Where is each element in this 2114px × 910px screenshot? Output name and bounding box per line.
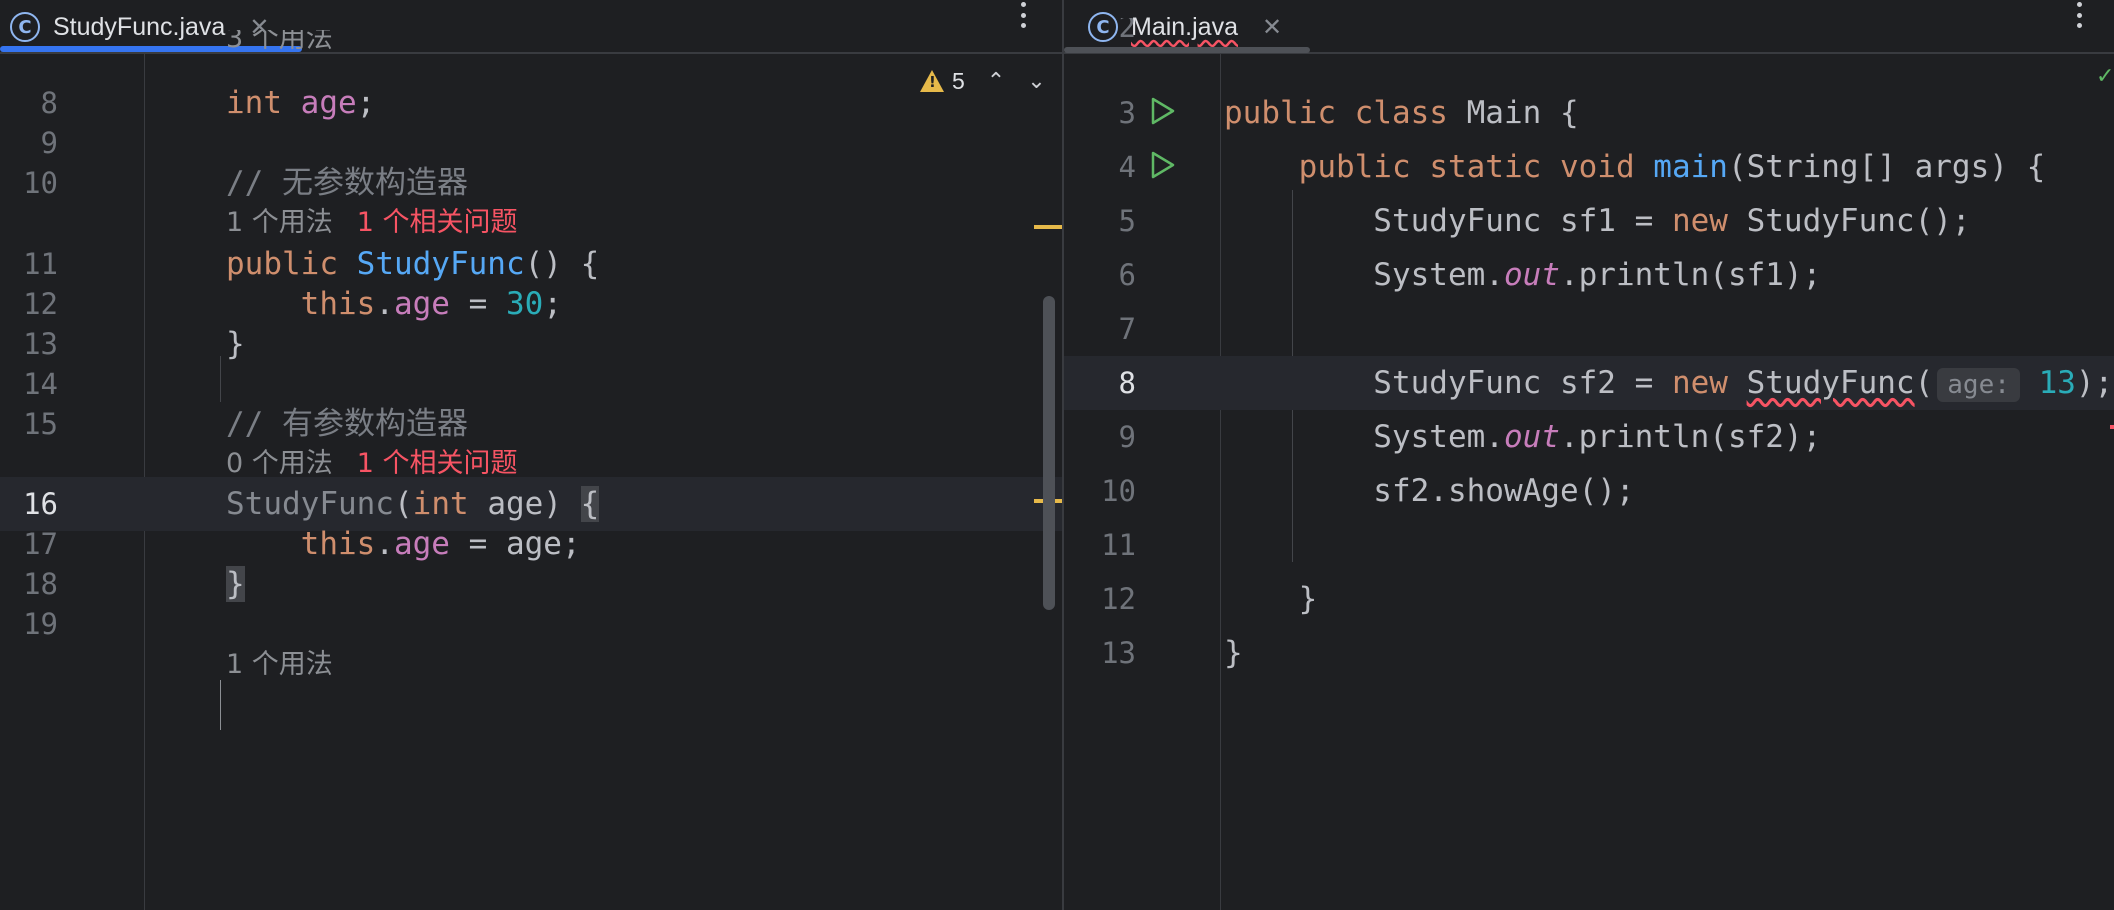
line-number: 2 xyxy=(1118,18,1136,44)
line-number: 7 xyxy=(1118,312,1136,346)
code-token: class xyxy=(1354,95,1448,131)
code-line[interactable]: 3 public class Main { xyxy=(1064,86,2114,140)
code-line[interactable]: 10 sf2.showAge(); xyxy=(1064,464,2114,518)
code-token: out xyxy=(1503,419,1560,455)
line-number: 12 xyxy=(1101,582,1136,616)
line-number: 8 xyxy=(1118,366,1136,400)
code-token: } xyxy=(1224,581,1318,617)
left-editor-pane: C StudyFunc.java ✕ 3 个用法 8 int age; 9 10// 无… xyxy=(0,0,1062,910)
code-token: new xyxy=(1671,203,1728,239)
usages-link[interactable]: 1 个用法 xyxy=(226,649,333,680)
code-token: void xyxy=(1559,149,1635,185)
usage-hint[interactable]: 3 个用法 xyxy=(226,30,333,54)
code-line[interactable]: 11 xyxy=(1064,518,2114,572)
code-token: StudyFunc sf2 = xyxy=(1224,365,1672,401)
code-text[interactable]: public class Main { xyxy=(1224,86,1579,140)
line-number: 10 xyxy=(1101,474,1136,508)
run-icon[interactable] xyxy=(1150,96,1176,126)
chevron-down-icon[interactable]: ⌄ xyxy=(1027,69,1045,94)
related-problems-link[interactable]: 1 个相关问题 xyxy=(357,448,518,479)
code-token: (String[] args) { xyxy=(1727,149,2046,185)
code-token: StudyFunc sf1 = xyxy=(1224,203,1672,239)
code-line[interactable]: 7 xyxy=(1064,302,2114,356)
code-line[interactable]: 4 public static void main(String[] args)… xyxy=(1064,140,2114,194)
code-token: 13 xyxy=(2038,365,2076,401)
code-line[interactable]: 9 System.out.println(sf2); xyxy=(1064,410,2114,464)
run-icon[interactable] xyxy=(1150,150,1176,180)
code-token: age: xyxy=(1937,368,2020,402)
chevron-up-icon[interactable]: ⌃ xyxy=(987,69,1005,94)
code-token: StudyFunc xyxy=(1746,365,1915,401)
code-token: } xyxy=(1224,635,1243,671)
related-problems-link[interactable]: 1 个相关问题 xyxy=(357,207,518,238)
code-line[interactable]: 6 System.out.println(sf1); xyxy=(1064,248,2114,302)
code-line[interactable]: 12 } xyxy=(1064,572,2114,626)
warning-icon xyxy=(920,70,944,92)
line-number: 3 xyxy=(1118,96,1136,130)
code-text[interactable]: } xyxy=(1224,572,1318,626)
code-text[interactable]: System.out.println(sf1); xyxy=(1224,248,1821,302)
code-token: public xyxy=(1224,95,1336,131)
code-token: System. xyxy=(1224,257,1504,293)
code-text[interactable]: StudyFunc sf2 = new StudyFunc(age: 13); xyxy=(1224,356,2113,410)
code-line[interactable]: 5 StudyFunc sf1 = new StudyFunc(); xyxy=(1064,194,2114,248)
code-token: out xyxy=(1503,257,1560,293)
code-token: main xyxy=(1653,149,1728,185)
code-line[interactable]: 3 个用法 xyxy=(0,30,1062,54)
code-token: new xyxy=(1671,365,1728,401)
code-line[interactable]: 1 个用法 xyxy=(0,638,1062,692)
check-icon: ✓ xyxy=(2096,64,2114,89)
line-number: 5 xyxy=(1118,204,1136,238)
code-token: ( xyxy=(1914,365,1934,401)
inspection-widget[interactable]: 5 ⌃ ⌄ xyxy=(920,64,1046,98)
code-text[interactable]: StudyFunc sf1 = new StudyFunc(); xyxy=(1224,194,1971,248)
code-token: StudyFunc(); xyxy=(1727,203,1971,239)
code-token: static xyxy=(1429,149,1542,185)
error-marker[interactable] xyxy=(2110,425,2114,429)
code-vision-hint: 1 个用法 xyxy=(226,638,333,692)
code-token: Main { xyxy=(1447,95,1579,131)
more-options-icon[interactable] xyxy=(1014,0,1032,30)
code-token: public xyxy=(1298,149,1411,185)
right-editor-pane: C Main.java ✕ 2 3 public class Main {4 pub… xyxy=(1064,0,2114,910)
usages-link[interactable]: 0 个用法 xyxy=(226,448,333,479)
code-token: .println(sf1); xyxy=(1559,257,1822,293)
line-number: 11 xyxy=(1101,528,1136,562)
warning-count: 5 xyxy=(952,67,965,94)
code-text[interactable]: sf2.showAge(); xyxy=(1224,464,1635,518)
code-token: ); xyxy=(2075,365,2114,401)
code-text[interactable]: System.out.println(sf2); xyxy=(1224,410,1821,464)
usages-link[interactable]: 1 个用法 xyxy=(226,207,333,238)
code-line[interactable]: 2 xyxy=(1064,18,2114,54)
code-line[interactable]: 8 StudyFunc sf2 = new StudyFunc(age: 13)… xyxy=(1064,356,2114,410)
code-token: sf2.showAge(); xyxy=(1224,473,1635,509)
line-number: 9 xyxy=(1118,420,1136,454)
warning-marker[interactable] xyxy=(1034,225,1062,229)
code-token: .println(sf2); xyxy=(1559,419,1822,455)
code-token: System. xyxy=(1224,419,1504,455)
line-number: 4 xyxy=(1118,150,1136,184)
code-line[interactable]: 13} xyxy=(1064,626,2114,680)
code-text[interactable]: } xyxy=(1224,626,1243,680)
vertical-scrollbar[interactable] xyxy=(1043,296,1055,610)
line-number: 6 xyxy=(1118,258,1136,292)
line-number: 13 xyxy=(1101,636,1136,670)
code-text[interactable]: public static void main(String[] args) { xyxy=(1224,140,2046,194)
